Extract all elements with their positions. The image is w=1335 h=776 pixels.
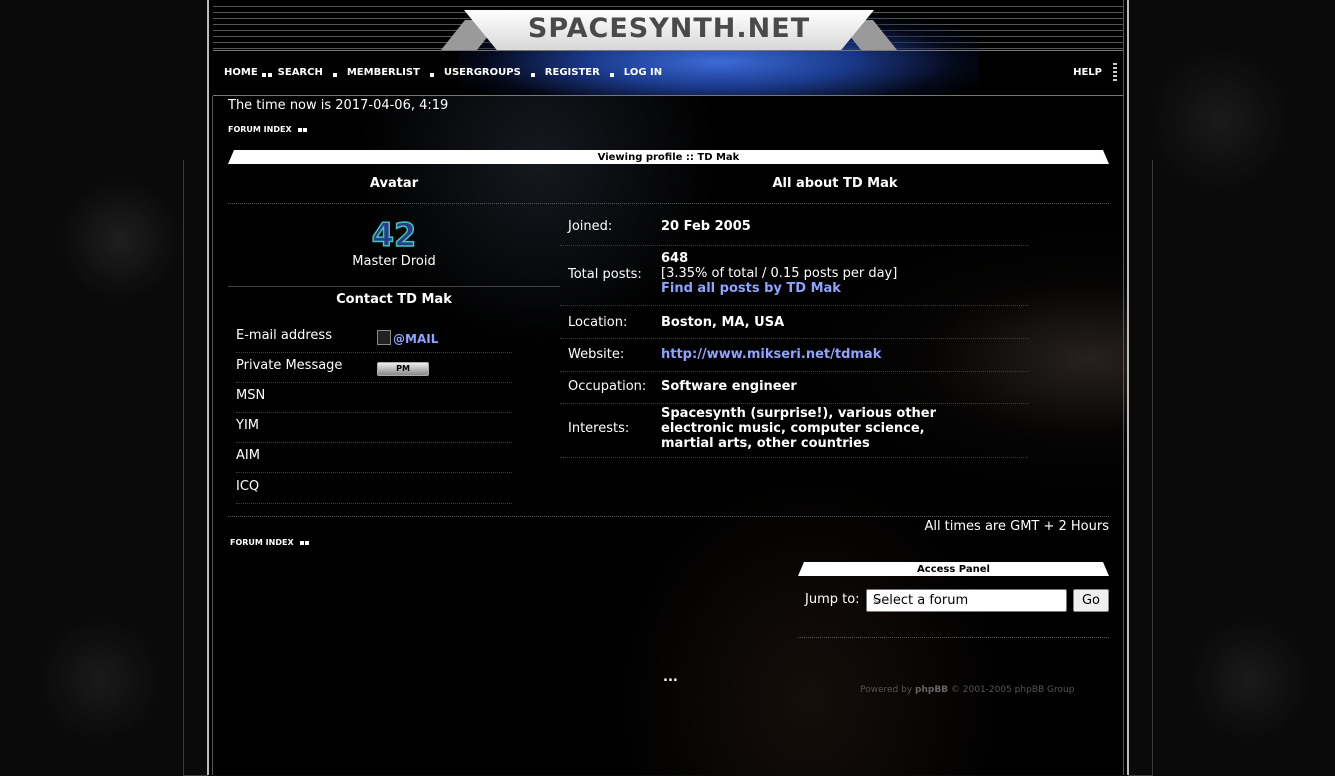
posts-label: Total posts: — [568, 267, 642, 282]
site-header: SPACESYNTH.NET HOME SEARCH MEMBERLIST US… — [209, 0, 1127, 96]
right-frame-rail — [1128, 160, 1153, 776]
contact-row-yim: YIM — [236, 412, 512, 443]
nav-login-link[interactable]: LOG IN — [624, 67, 662, 78]
footer-ellipsis: ... — [663, 670, 678, 685]
nav-bar: HOME SEARCH MEMBERLIST USERGROUPS REGIST… — [213, 50, 1123, 96]
yim-label: YIM — [236, 418, 259, 433]
occupation-label: Occupation: — [568, 379, 647, 394]
breadcrumb-bottom: FORUM INDEX — [230, 538, 309, 547]
header-divider — [228, 203, 1109, 204]
mail-icon — [377, 330, 391, 345]
nav-register-link[interactable]: REGISTER — [545, 67, 600, 78]
contact-row-msn: MSN — [236, 382, 512, 413]
occupation-row: Occupation: Software engineer — [560, 371, 1028, 404]
joined-row: Joined: 20 Feb 2005 — [560, 210, 1028, 246]
email-link[interactable]: @MAIL — [377, 330, 438, 346]
main-nav: HOME SEARCH MEMBERLIST USERGROUPS REGIST… — [224, 67, 662, 78]
contact-heading: Contact TD Mak — [336, 292, 452, 307]
avatar-number: 42 — [372, 216, 416, 251]
pm-button[interactable]: PM — [377, 362, 429, 376]
posts-stats: [3.35% of total / 0.15 posts per day] — [661, 266, 898, 281]
nav-separator — [530, 72, 535, 77]
aim-label: AIM — [236, 448, 260, 463]
user-rank: Master Droid — [352, 254, 436, 269]
access-panel-title: Access Panel — [798, 562, 1109, 576]
interests-value: Spacesynth (surprise!), various other el… — [661, 406, 937, 451]
forum-index-link[interactable]: FORUM INDEX — [228, 125, 292, 134]
contact-row-aim: AIM — [236, 442, 512, 473]
posts-row: Total posts: 648 [3.35% of total / 0.15 … — [560, 245, 1028, 306]
icq-label: ICQ — [236, 479, 260, 494]
avatar-divider — [228, 286, 560, 287]
contact-row-email: E-mail address @MAIL — [236, 322, 512, 353]
interests-row: Interests: Spacesynth (surprise!), vario… — [560, 403, 1028, 458]
site-logo[interactable]: SPACESYNTH.NET — [464, 13, 874, 44]
breadcrumb-dots-icon — [297, 127, 307, 132]
nav-separator — [609, 72, 614, 77]
breadcrumb-dots-icon — [299, 540, 309, 545]
timezone-note: All times are GMT + 2 Hours — [924, 519, 1109, 534]
jump-to-label: Jump to: — [805, 592, 860, 607]
profile-title-bar: Viewing profile :: TD Mak — [228, 150, 1109, 164]
contact-row-pm: Private Message PM — [236, 352, 512, 383]
forum-select[interactable]: Select a forum ⌵ — [866, 589, 1067, 612]
nav-separator — [261, 72, 272, 77]
website-row: Website: http://www.mikseri.net/tdmak — [560, 338, 1028, 372]
interests-label: Interests: — [568, 421, 630, 436]
grip-dots-icon — [1113, 63, 1117, 81]
nav-separator — [332, 72, 337, 77]
email-label: E-mail address — [236, 328, 332, 343]
nav-memberlist-link[interactable]: MEMBERLIST — [347, 67, 420, 78]
phpbb-link[interactable]: phpBB — [915, 685, 948, 695]
posts-count: 648 — [661, 251, 689, 266]
joined-value: 20 Feb 2005 — [661, 219, 751, 234]
breadcrumb-top: FORUM INDEX — [228, 125, 307, 134]
avatar-heading: Avatar — [369, 176, 419, 191]
current-time: The time now is 2017-04-06, 4:19 — [228, 98, 449, 113]
left-frame-rail — [183, 160, 208, 776]
nav-home-link[interactable]: HOME — [224, 67, 258, 78]
contact-row-icq: ICQ — [236, 473, 512, 504]
go-button[interactable]: Go — [1073, 589, 1109, 612]
website-link[interactable]: http://www.mikseri.net/tdmak — [661, 347, 1006, 362]
nav-search-link[interactable]: SEARCH — [278, 67, 323, 78]
location-value: Boston, MA, USA — [661, 315, 785, 330]
access-panel-divider — [798, 637, 1109, 638]
posts-value-block: 648 [3.35% of total / 0.15 posts per day… — [661, 251, 1006, 296]
location-label: Location: — [568, 315, 628, 330]
nav-usergroups-link[interactable]: USERGROUPS — [444, 67, 521, 78]
joined-label: Joined: — [568, 219, 613, 234]
pm-label: Private Message — [236, 358, 343, 373]
location-row: Location: Boston, MA, USA — [560, 305, 1028, 339]
website-label: Website: — [568, 347, 625, 362]
occupation-value: Software engineer — [661, 379, 797, 394]
about-heading: All about TD Mak — [772, 176, 898, 191]
profile-bottom-divider — [228, 516, 1109, 517]
find-posts-link[interactable]: Find all posts by TD Mak — [661, 281, 841, 296]
user-avatar: 42 — [372, 215, 416, 251]
forum-page: SPACESYNTH.NET HOME SEARCH MEMBERLIST US… — [207, 0, 1129, 775]
powered-by: Powered by phpBB © 2001-2005 phpBB Group — [860, 685, 1075, 695]
chevron-down-icon: ⌵ — [873, 593, 882, 606]
msn-label: MSN — [236, 388, 266, 403]
nav-help-link[interactable]: HELP — [1073, 67, 1102, 78]
forum-index-link-bottom[interactable]: FORUM INDEX — [230, 538, 294, 547]
nav-separator — [429, 72, 434, 77]
